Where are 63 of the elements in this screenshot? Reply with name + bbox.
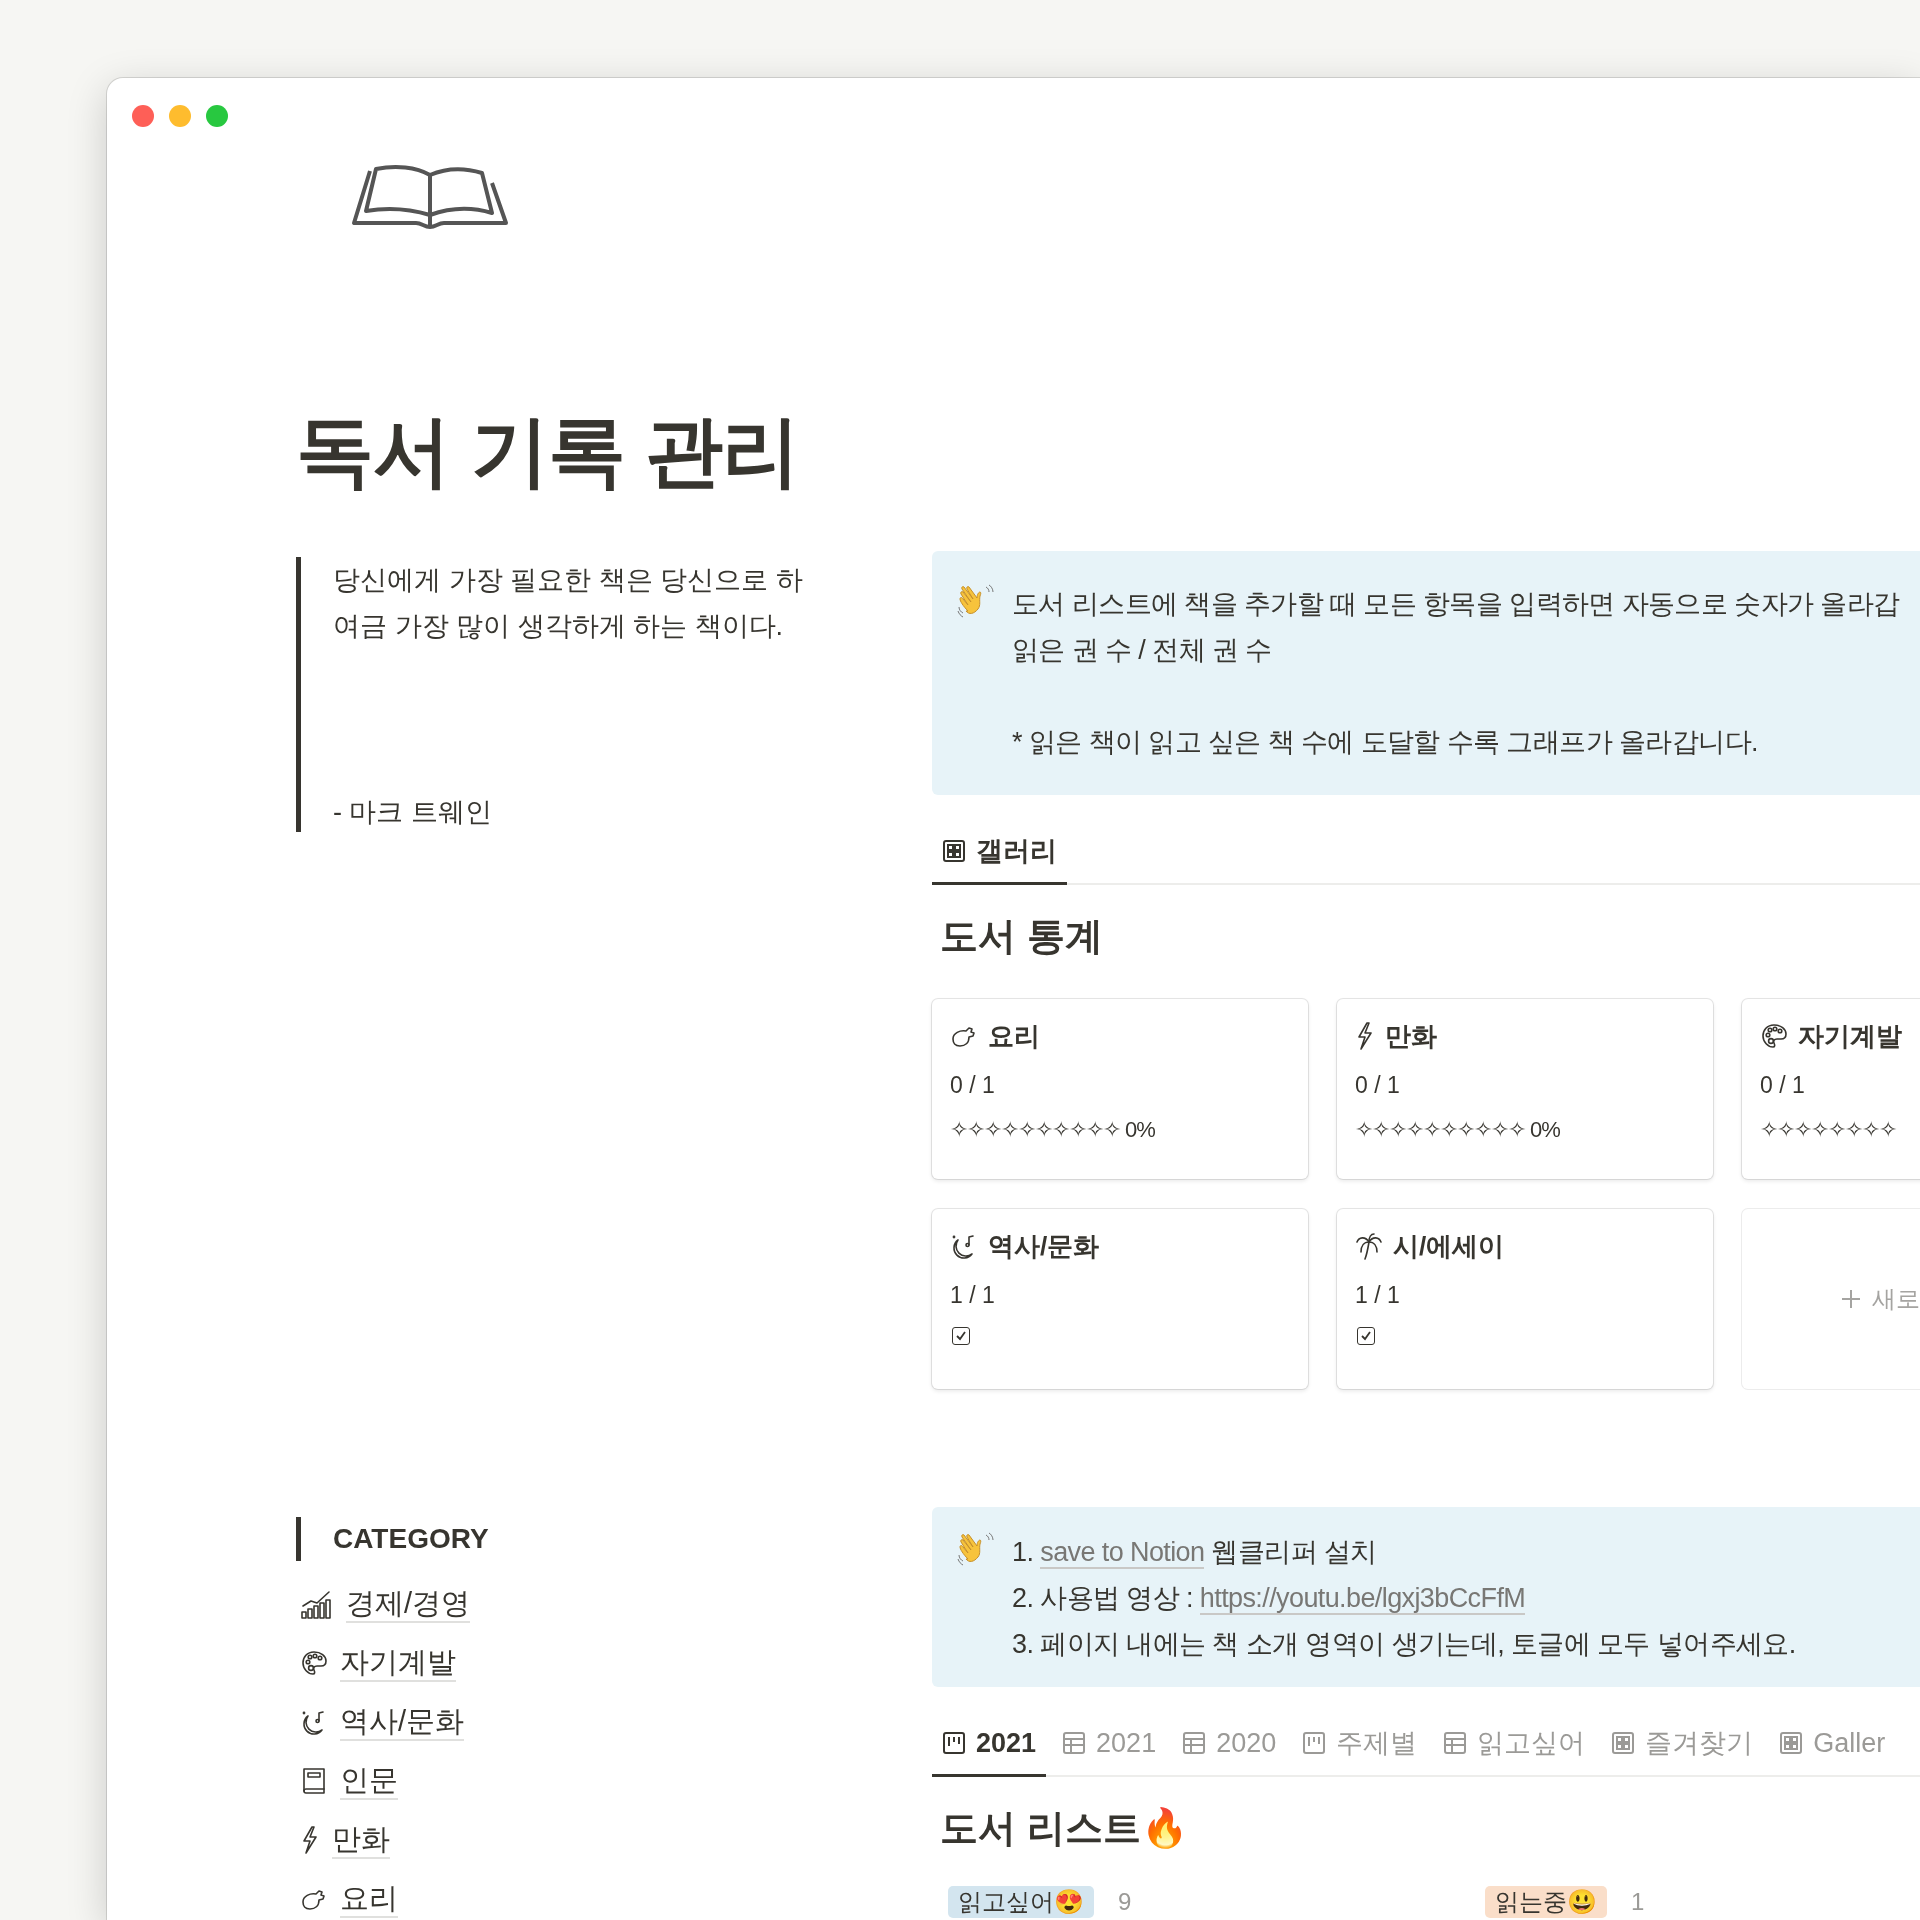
category-link[interactable]: 요리 bbox=[340, 1880, 398, 1919]
view-tab[interactable]: 갤러리 bbox=[932, 820, 1067, 885]
category-link[interactable]: 자기계발 bbox=[340, 1644, 456, 1683]
category-link[interactable]: 인문 bbox=[340, 1762, 398, 1801]
palette-icon bbox=[300, 1649, 328, 1678]
card-title: 역사/문화 bbox=[988, 1229, 1100, 1263]
zoom-button[interactable] bbox=[206, 105, 228, 127]
plus-icon bbox=[1840, 1287, 1862, 1310]
board-view-icon bbox=[942, 1731, 966, 1756]
table-view-icon bbox=[1182, 1731, 1207, 1756]
read-count: 1 / 1 bbox=[950, 1281, 996, 1309]
group-count: 1 bbox=[1631, 1887, 1645, 1916]
quote-text: 당신에게 가장 필요한 책은 당신으로 하여금 가장 많이 생각하게 하는 책이다. bbox=[333, 563, 803, 643]
card-title: 자기계발 bbox=[1798, 1019, 1902, 1053]
read-count: 0 / 1 bbox=[1760, 1071, 1806, 1099]
quote-author: - 마크 트웨인 bbox=[333, 795, 493, 829]
section-heading: 도서 리스트🔥 bbox=[940, 1805, 1189, 1851]
gallery-view-icon bbox=[1779, 1731, 1804, 1756]
category-link[interactable]: 만화 bbox=[332, 1821, 390, 1860]
palm-tree-icon bbox=[1355, 1232, 1383, 1261]
gallery-view-icon bbox=[942, 839, 966, 864]
open-book-icon bbox=[350, 163, 510, 231]
category-card[interactable]: 시/에세이 1 / 1 bbox=[1337, 1208, 1713, 1389]
minimize-button[interactable] bbox=[169, 105, 191, 127]
palette-icon bbox=[1760, 1022, 1788, 1051]
category-link[interactable]: 경제/경영 bbox=[346, 1585, 471, 1624]
read-count: 1 / 1 bbox=[1355, 1281, 1401, 1309]
link[interactable]: https://youtu.be/lgxj3bCcFfM bbox=[1199, 1582, 1526, 1615]
lightning-icon bbox=[300, 1825, 320, 1856]
progress-stars: ✧✧✧✧✧✧✧✧ bbox=[1760, 1116, 1897, 1143]
table-view-icon bbox=[1443, 1731, 1468, 1756]
callout-text: 도서 리스트에 책을 추가할 때 모든 항목을 입력하면 자동으로 숫자가 올라갑 bbox=[1012, 587, 1900, 621]
progress-stars: ✧✧✧✧✧✧✧✧✧✧ 0% bbox=[950, 1116, 1156, 1143]
progress-stars: ✧✧✧✧✧✧✧✧✧✧ 0% bbox=[1355, 1116, 1561, 1143]
status-tag: 읽는중😃 bbox=[1485, 1885, 1607, 1918]
category-card[interactable]: 만화 0 / 1 ✧✧✧✧✧✧✧✧✧✧ 0% bbox=[1337, 998, 1713, 1179]
gallery-view-icon bbox=[1611, 1731, 1636, 1756]
category-link[interactable]: 역사/문화 bbox=[340, 1703, 465, 1742]
lightning-icon bbox=[1355, 1021, 1375, 1052]
group-count: 9 bbox=[1118, 1887, 1132, 1916]
view-tab[interactable]: 2021 bbox=[932, 1712, 1047, 1777]
page-title: 독서 기록 관리 bbox=[296, 406, 801, 497]
instruction-text: 1. save to Notion 웹클리퍼 설치 bbox=[1012, 1535, 1378, 1571]
card-title: 만화 bbox=[1385, 1019, 1437, 1053]
section-heading: 도서 통계 bbox=[940, 913, 1104, 959]
table-view-icon bbox=[1062, 1731, 1087, 1756]
callout-text: 읽은 권 수 / 전체 권 수 bbox=[1012, 633, 1273, 667]
instruction-text: 2. 사용법 영상 : https://youtu.be/lgxj3bCcFfM bbox=[1012, 1581, 1527, 1617]
category-card[interactable]: 자기계발 0 / 1 ✧✧✧✧✧✧✧✧ bbox=[1742, 998, 1920, 1179]
callout-note: * 읽은 책이 읽고 싶은 책 수에 도달할 수록 그래프가 올라갑니다. bbox=[1012, 725, 1759, 759]
instruction-text: 3. 페이지 내에는 책 소개 영역이 생기는데, 토글에 모두 넣어주세요. bbox=[1012, 1627, 1796, 1661]
category-card[interactable]: 요리 0 / 1 ✧✧✧✧✧✧✧✧✧✧ 0% bbox=[932, 998, 1308, 1179]
status-tag: 읽고싶어😍 bbox=[948, 1885, 1094, 1918]
board-view-icon bbox=[1302, 1731, 1327, 1756]
card-title: 시/에세이 bbox=[1393, 1229, 1505, 1263]
link[interactable]: save to Notion bbox=[1040, 1536, 1205, 1569]
bar-chart-icon bbox=[300, 1588, 334, 1621]
read-count: 0 / 1 bbox=[950, 1071, 996, 1099]
category-heading: CATEGORY bbox=[296, 1516, 856, 1561]
close-button[interactable] bbox=[132, 105, 154, 127]
category-card[interactable]: 역사/문화 1 / 1 bbox=[932, 1208, 1308, 1389]
card-title: 요리 bbox=[988, 1019, 1040, 1053]
read-count: 0 / 1 bbox=[1355, 1071, 1401, 1099]
